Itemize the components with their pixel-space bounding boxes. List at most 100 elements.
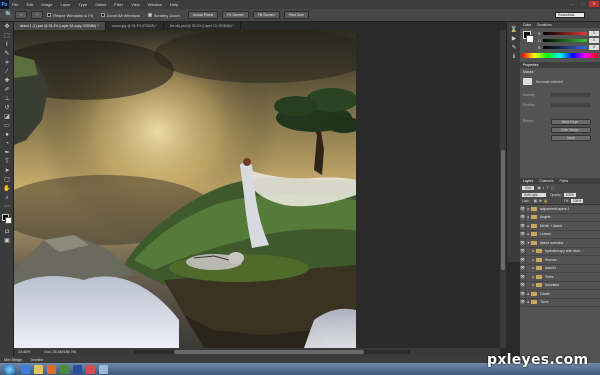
tab-layers[interactable]: Layers <box>523 179 533 183</box>
photoshop-taskbar-icon[interactable] <box>73 364 82 374</box>
document-tab[interactable]: ocean.jpg @ 33.3% (RGB/8) * <box>106 22 164 30</box>
shape-tool-icon[interactable]: ▢ <box>3 176 11 184</box>
mask-edge-button[interactable]: Mask Edge... <box>551 119 591 125</box>
visibility-eye-icon[interactable]: 👁 <box>520 247 526 256</box>
scrollbar-thumb[interactable] <box>174 350 364 354</box>
tab-properties[interactable]: Properties <box>523 63 538 67</box>
tab-paths[interactable]: Paths <box>560 179 569 183</box>
quick-mask-icon[interactable]: ◘ <box>3 228 11 236</box>
minimize-button[interactable]: – <box>567 1 577 7</box>
menu-select[interactable]: Select <box>95 2 106 7</box>
layer-row[interactable]: 👁 ▸ Merlin + island <box>520 221 600 231</box>
tab-channels[interactable]: Channels <box>539 179 553 183</box>
path-select-tool-icon[interactable]: ➤ <box>3 167 11 175</box>
crop-tool-icon[interactable]: ⌗ <box>3 59 11 67</box>
lock-all-icon[interactable]: 🔒 <box>544 199 548 203</box>
gradient-tool-icon[interactable]: ▭ <box>3 122 11 130</box>
filter-pixel-icon[interactable]: ▣ <box>537 186 540 190</box>
blue-slider-track[interactable] <box>543 46 587 49</box>
menu-window[interactable]: Window <box>148 2 162 7</box>
filter-type-icon[interactable]: T <box>547 186 549 190</box>
zoom-tool-icon[interactable]: 🔍 <box>5 11 13 19</box>
eyedropper-tool-icon[interactable]: ⁄ <box>3 68 11 76</box>
color-swatch-pair[interactable] <box>522 30 534 44</box>
menu-edit[interactable]: Edit <box>26 2 33 7</box>
app-icon[interactable] <box>86 364 95 374</box>
menu-help[interactable]: Help <box>170 2 178 7</box>
lock-pixels-icon[interactable]: ▦ <box>534 199 537 203</box>
green-slider-track[interactable] <box>543 39 587 42</box>
density-slider[interactable] <box>551 93 591 97</box>
document-canvas[interactable] <box>14 30 356 348</box>
menu-layer[interactable]: Layer <box>60 2 70 7</box>
visibility-eye-icon[interactable]: 👁 <box>520 264 526 273</box>
background-color-swatch[interactable] <box>5 217 12 224</box>
scrollbar-thumb[interactable] <box>501 150 505 270</box>
layer-row[interactable]: 👁 ▸ Trees <box>520 272 600 282</box>
hand-tool-icon[interactable]: ✋ <box>3 185 11 193</box>
app-icon[interactable] <box>99 364 108 374</box>
lock-position-icon[interactable]: ✥ <box>539 199 542 203</box>
brush-tool-icon[interactable]: ✐ <box>3 86 11 94</box>
color-swatches[interactable] <box>0 213 14 227</box>
actual-pixels-button[interactable]: Actual Pixels <box>187 11 219 19</box>
zoom-tool-icon[interactable]: ⌕ <box>3 194 11 202</box>
pen-tool-icon[interactable]: ✒ <box>3 149 11 157</box>
maximize-button[interactable]: □ <box>578 1 588 7</box>
layer-row[interactable]: 👁 ▸ Island3 <box>520 264 600 273</box>
fill-screen-button[interactable]: Fill Screen <box>252 11 280 19</box>
zoom-all-windows-check[interactable]: Zoom All Windows <box>100 13 140 18</box>
tab-color[interactable]: Color <box>523 23 531 27</box>
feather-slider[interactable] <box>551 103 591 107</box>
color-slider-blue[interactable]: B 0 <box>534 44 599 51</box>
fit-screen-button[interactable]: Fit Screen <box>222 11 249 19</box>
resize-windows-check[interactable]: Resize Windows to Fit <box>47 13 93 18</box>
menu-type[interactable]: Type <box>79 2 88 7</box>
ie-icon[interactable] <box>21 364 30 374</box>
workspace-select[interactable]: Essentials <box>555 12 585 18</box>
filter-adjustment-icon[interactable]: ◐ <box>543 186 545 190</box>
media-player-icon[interactable] <box>47 364 56 374</box>
move-tool-icon[interactable]: ✥ <box>3 23 11 31</box>
background-color-swatch[interactable] <box>526 35 534 43</box>
menu-filter[interactable]: Filter <box>114 2 123 7</box>
visibility-eye-icon[interactable]: 👁 <box>520 281 526 290</box>
eraser-tool-icon[interactable]: ◪ <box>3 113 11 121</box>
red-slider-track[interactable] <box>543 32 587 35</box>
tab-swatches[interactable]: Swatches <box>537 23 552 27</box>
filter-shape-icon[interactable]: ▢ <box>551 186 554 190</box>
chrome-icon[interactable] <box>60 364 69 374</box>
visibility-eye-icon[interactable]: 👁 <box>520 272 526 281</box>
zoom-in-icon[interactable]: + <box>15 11 28 19</box>
info-panel-icon[interactable]: ℹ <box>510 53 518 61</box>
menu-file[interactable]: File <box>12 2 18 7</box>
zoom-out-icon[interactable]: − <box>31 11 44 19</box>
fill-field[interactable]: 100% <box>570 199 584 203</box>
layer-row[interactable]: 👁 ▸ Castle <box>520 289 600 299</box>
horizontal-scrollbar[interactable] <box>134 350 410 354</box>
document-tab[interactable]: fire obj.psd @ 33.3% (Layer 10, RGB/8#) … <box>164 22 242 30</box>
blur-tool-icon[interactable]: ● <box>3 131 11 139</box>
layer-row[interactable]: 👁 ▸ adjustment layers 1 <box>520 204 600 214</box>
timeline-tab[interactable]: Timeline <box>30 358 43 362</box>
menu-image[interactable]: Image <box>41 2 52 7</box>
invert-button[interactable]: Invert <box>551 135 591 141</box>
color-slider-red[interactable]: R 0 <box>534 30 599 37</box>
lasso-tool-icon[interactable]: ℓ <box>3 41 11 49</box>
close-button[interactable]: ✕ <box>589 1 599 7</box>
type-tool-icon[interactable]: T <box>3 158 11 166</box>
document-tab[interactable]: island 1 (1).psd @ 33.4% (Layer 63 copy,… <box>14 22 106 30</box>
screen-mode-icon[interactable]: ▣ <box>3 237 11 245</box>
clone-stamp-tool-icon[interactable]: ⊥ <box>3 95 11 103</box>
explorer-icon[interactable] <box>34 364 43 374</box>
layer-row[interactable]: 👁 ▾ Island overview <box>520 238 600 248</box>
history-brush-tool-icon[interactable]: ↺ <box>3 104 11 112</box>
history-panel-icon[interactable]: ⌛ <box>510 26 518 34</box>
color-range-button[interactable]: Color Range... <box>551 127 591 133</box>
layer-row[interactable]: 👁 ▸ Trees <box>520 298 600 307</box>
layer-row[interactable]: 👁 ▸ Woman <box>520 255 600 265</box>
marquee-tool-icon[interactable]: ⬚ <box>3 32 11 40</box>
color-slider-green[interactable]: G 0 <box>534 37 599 44</box>
quick-select-tool-icon[interactable]: ✎ <box>3 50 11 58</box>
start-button[interactable] <box>4 363 15 375</box>
